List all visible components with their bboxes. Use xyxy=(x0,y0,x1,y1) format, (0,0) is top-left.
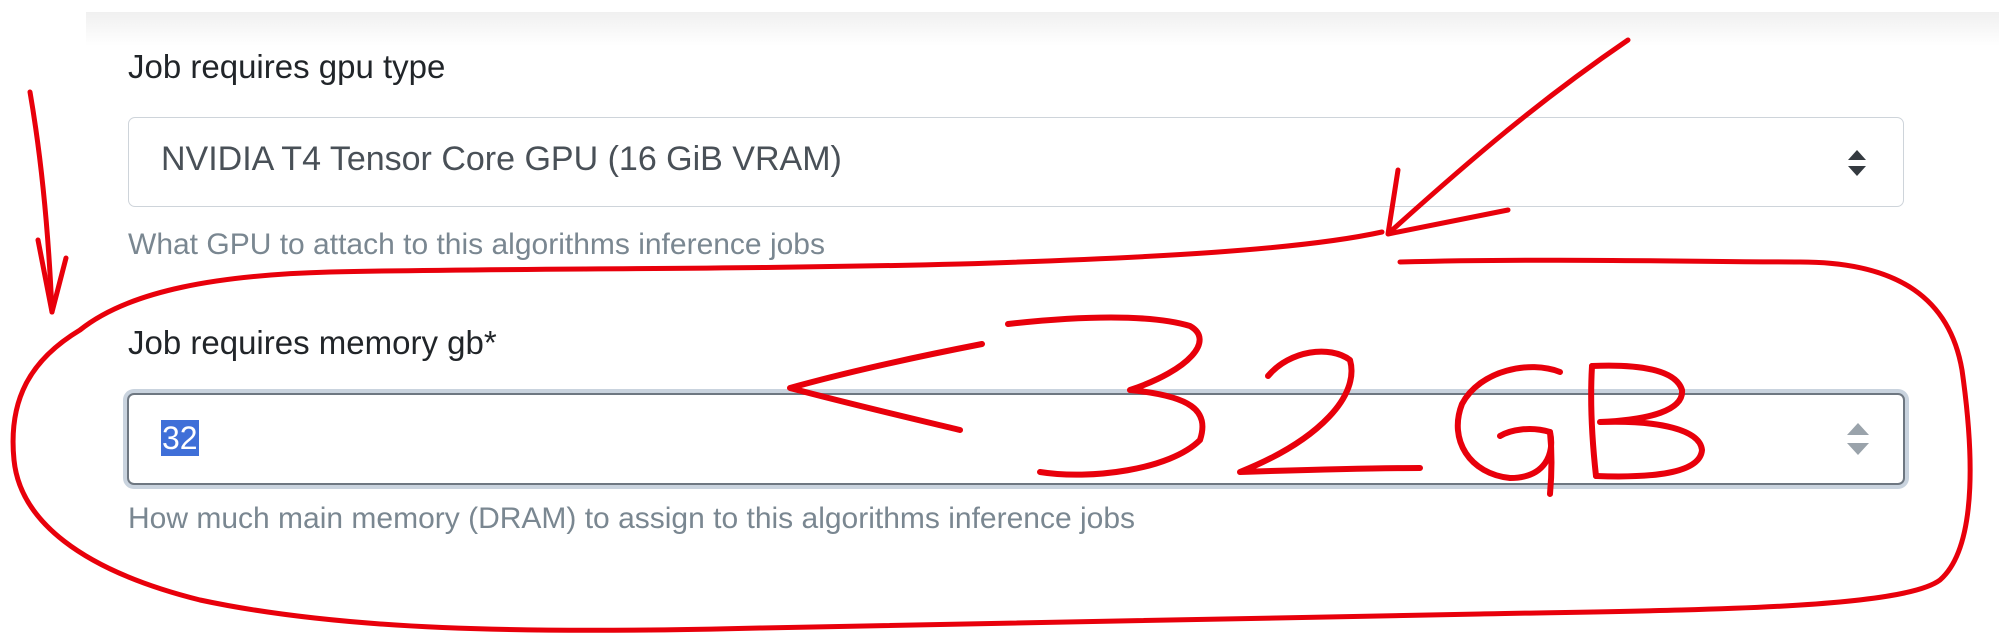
memory-help-text: How much main memory (DRAM) to assign to… xyxy=(128,502,1136,535)
page: Job requires gpu type NVIDIA T4 Tensor C… xyxy=(0,0,1999,639)
memory-input-value: 32 xyxy=(161,420,199,456)
memory-label: Job requires memory gb* xyxy=(128,324,497,361)
spinner-arrows-icon[interactable] xyxy=(1845,419,1871,464)
gpu-type-label: Job requires gpu type xyxy=(128,48,446,85)
gpu-type-help-text: What GPU to attach to this algorithms in… xyxy=(128,228,825,261)
gpu-type-select[interactable]: NVIDIA T4 Tensor Core GPU (16 GiB VRAM) xyxy=(128,117,1904,207)
gpu-type-selected-value: NVIDIA T4 Tensor Core GPU (16 GiB VRAM) xyxy=(161,140,842,178)
select-arrows-icon xyxy=(1847,148,1867,183)
down-arrow-icon xyxy=(27,89,69,315)
memory-input[interactable]: 32 xyxy=(127,393,1905,485)
